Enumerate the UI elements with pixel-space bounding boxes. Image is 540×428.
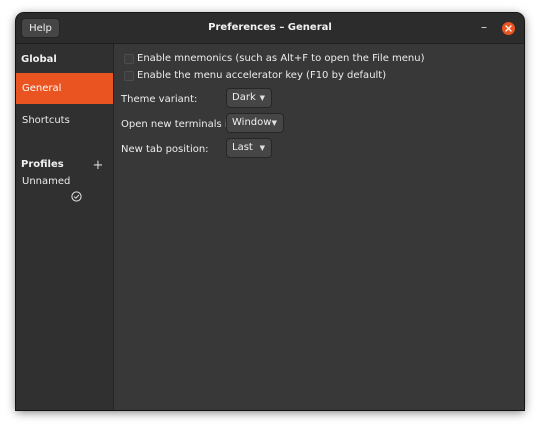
theme-variant-dropdown[interactable]: Dark ▼ — [226, 88, 272, 108]
open-new-terminals-value: Window — [232, 117, 272, 128]
general-preferences-panel: Enable mnemonics (such as Alt+F to open … — [114, 44, 524, 410]
window-title: Preferences – General — [208, 22, 332, 33]
open-new-terminals-dropdown[interactable]: Window ▼ — [226, 113, 284, 133]
minimize-icon[interactable]: – — [478, 21, 490, 34]
theme-variant-value: Dark — [232, 92, 256, 103]
open-new-terminals-label: Open new terminals in: — [121, 119, 238, 130]
chevron-down-icon: ▼ — [259, 94, 265, 102]
preferences-window: Help Preferences – General – Global Gene… — [16, 13, 524, 410]
accelerator-checkbox[interactable] — [124, 71, 134, 81]
global-heading: Global — [21, 54, 57, 65]
sidebar: Global General Shortcuts Profiles + Unna… — [16, 44, 114, 410]
chevron-down-icon: ▼ — [259, 144, 265, 152]
sidebar-item-general[interactable]: General — [16, 73, 113, 104]
accelerator-label[interactable]: Enable the menu accelerator key (F10 by … — [137, 69, 386, 82]
new-tab-position-value: Last — [232, 142, 253, 153]
close-icon[interactable] — [502, 22, 515, 35]
new-tab-position-label: New tab position: — [121, 144, 209, 155]
sidebar-item-profile-unnamed[interactable]: Unnamed — [16, 166, 113, 197]
header-bar: Help Preferences – General – — [16, 13, 524, 44]
profile-label: Unnamed — [22, 176, 71, 187]
chevron-down-icon: ▼ — [271, 119, 277, 127]
sidebar-item-shortcuts[interactable]: Shortcuts — [16, 105, 113, 136]
mnemonics-label[interactable]: Enable mnemonics (such as Alt+F to open … — [137, 52, 425, 65]
check-circle-icon — [71, 191, 82, 202]
mnemonics-checkbox[interactable] — [124, 54, 134, 64]
theme-variant-label: Theme variant: — [121, 94, 198, 105]
new-tab-position-dropdown[interactable]: Last ▼ — [226, 138, 272, 158]
